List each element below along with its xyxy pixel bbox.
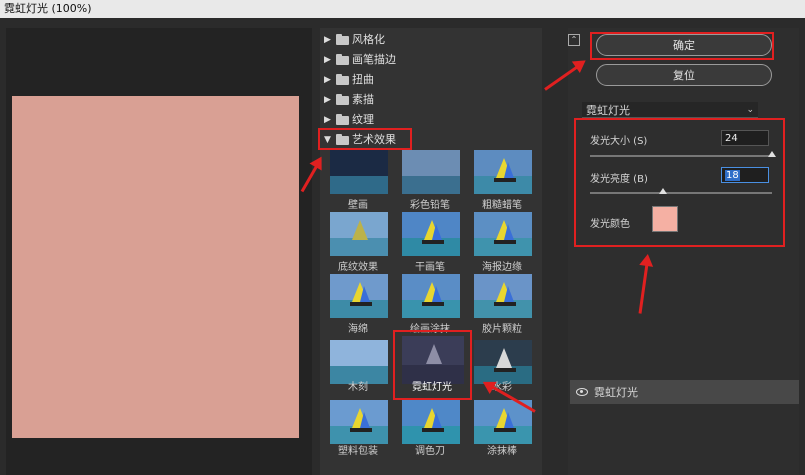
effect-layer-row[interactable]: 霓虹灯光 [570,380,799,404]
category-label: 纹理 [352,113,374,126]
filter-label: 塑料包装 [338,446,378,457]
collapsed-triangle-icon: ▶ [324,35,331,45]
filter-thumb-sponge[interactable] [330,274,388,318]
filter-gallery-panel: ▶ 风格化 ▶ 画笔描边 ▶ 扭曲 ▶ 素描 ▶ 纹理 ▼ 艺术效果 壁画 彩色… [320,28,542,475]
annotation-box-ok [590,32,774,60]
category-label: 画笔描边 [352,53,396,66]
annotation-box-selected-filter [393,330,472,400]
filter-thumb-underpainting[interactable] [330,212,388,256]
reset-button[interactable]: 复位 [596,64,772,86]
collapsed-triangle-icon: ▶ [324,115,331,125]
filter-thumb-rough-pastels[interactable] [474,150,532,194]
effect-layer-label: 霓虹灯光 [594,386,638,399]
filter-label: 壁画 [348,200,368,211]
category-label: 风格化 [352,33,385,46]
category-label: 扭曲 [352,73,374,86]
category-texture[interactable]: ▶ 纹理 [320,110,542,130]
filter-thumb-palette-knife[interactable] [402,400,460,444]
collapse-icon[interactable]: ⌃ [568,34,580,46]
chevron-down-icon: ⌄ [746,104,754,115]
filter-thumb-film-grain[interactable] [474,274,532,318]
eye-icon[interactable] [576,388,588,396]
collapsed-triangle-icon: ▶ [324,95,331,105]
filter-label: 调色刀 [415,446,445,457]
annotation-box-params [574,118,785,247]
filter-thumb-paint-daubs[interactable] [402,274,460,318]
category-brush-strokes[interactable]: ▶ 画笔描边 [320,50,542,70]
filter-label: 海报边缘 [482,262,522,273]
filter-label: 木刻 [348,382,368,393]
filter-label: 彩色铅笔 [410,200,450,211]
filter-label: 底纹效果 [338,262,378,273]
annotation-box-category [318,128,412,150]
folder-icon [336,73,349,85]
filter-label: 涂抹棒 [487,446,517,457]
category-label: 素描 [352,93,374,106]
folder-icon [336,53,349,65]
filter-thumb-colored-pencil[interactable] [402,150,460,194]
category-distort[interactable]: ▶ 扭曲 [320,70,542,90]
category-stylize[interactable]: ▶ 风格化 [320,30,542,50]
canvas-area [6,28,312,475]
folder-icon [336,33,349,45]
folder-icon [336,113,349,125]
filter-label: 粗糙蜡笔 [482,200,522,211]
filter-thumb-plastic-wrap[interactable] [330,400,388,444]
filter-thumb-fresco[interactable] [330,150,388,194]
filter-label: 胶片颗粒 [482,324,522,335]
category-sketch[interactable]: ▶ 素描 [320,90,542,110]
filter-select[interactable]: 霓虹灯光 ⌄ [582,102,758,118]
filter-thumb-dry-brush[interactable] [402,212,460,256]
collapsed-triangle-icon: ▶ [324,75,331,85]
collapsed-triangle-icon: ▶ [324,55,331,65]
filter-label: 干画笔 [415,262,445,273]
folder-icon [336,93,349,105]
effect-layers-panel: 霓虹灯光 [570,380,799,475]
window-title: 霓虹灯光 (100%) [0,0,805,18]
filter-label: 海绵 [348,324,368,335]
filter-select-value: 霓虹灯光 [586,103,630,117]
filter-thumb-poster-edges[interactable] [474,212,532,256]
image-preview [12,96,299,438]
